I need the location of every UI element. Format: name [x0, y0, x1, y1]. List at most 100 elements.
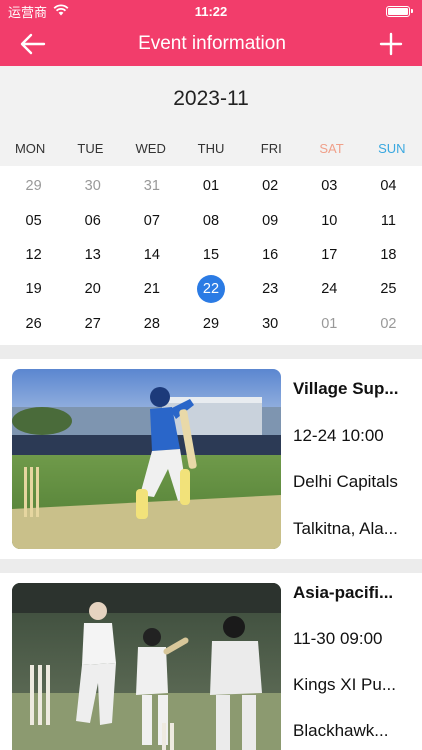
weekday-sun: SUN	[378, 140, 406, 156]
calendar-day[interactable]: 06	[63, 203, 122, 237]
calendar-day-label: 12	[25, 246, 42, 263]
event-name: Village Sup...	[293, 378, 399, 398]
weekday-row: MON TUE WED THU FRI SAT SUN	[0, 130, 422, 166]
event-name: Asia-pacifi...	[293, 582, 394, 602]
calendar-day-label: 30	[84, 178, 101, 195]
calendar-day[interactable]: 20	[63, 272, 122, 306]
calendar-day[interactable]: 31	[122, 169, 181, 203]
calendar-day-label: 02	[380, 315, 397, 332]
calendar-day[interactable]: 11	[359, 203, 418, 237]
calendar-day[interactable]: 03	[300, 169, 359, 203]
event-card[interactable]: Village Sup... 12-24 10:00 Delhi Capital…	[0, 358, 422, 559]
calendar-day-label: 30	[262, 315, 279, 332]
calendar-day[interactable]: 30	[241, 307, 300, 341]
calendar-day[interactable]: 01	[300, 307, 359, 341]
event-list: Village Sup... 12-24 10:00 Delhi Capital…	[0, 345, 422, 750]
calendar-day-label: 29	[202, 315, 220, 332]
calendar-day[interactable]: 15	[181, 238, 240, 272]
calendar-day-label: 26	[25, 315, 42, 332]
calendar-day[interactable]: 23	[241, 272, 300, 306]
calendar-day[interactable]: 16	[241, 238, 300, 272]
back-button[interactable]	[18, 29, 48, 59]
calendar-day[interactable]: 25	[359, 272, 418, 306]
calendar-day-label: 06	[84, 212, 101, 229]
calendar-day-label: 25	[380, 281, 397, 298]
wifi-icon	[53, 3, 69, 19]
calendar-day[interactable]: 04	[359, 169, 418, 203]
calendar-day-label: 09	[262, 212, 279, 229]
calendar-day-label: 29	[25, 178, 42, 195]
calendar-day[interactable]: 21	[122, 272, 181, 306]
calendar-day-label: 20	[84, 281, 101, 298]
calendar-day[interactable]: 10	[300, 203, 359, 237]
calendar-day[interactable]: 27	[63, 307, 122, 341]
weekday-fri: FRI	[260, 140, 282, 156]
calendar-day[interactable]: 19	[4, 272, 63, 306]
calendar-day[interactable]: 09	[241, 203, 300, 237]
calendar-day-label: 10	[321, 212, 338, 229]
calendar-day-label: 05	[25, 212, 42, 229]
calendar-day[interactable]: 18	[359, 238, 418, 272]
weekday-tue: TUE	[77, 140, 104, 156]
weekday-sat: SAT	[319, 140, 344, 156]
calendar-day-label: 11	[380, 212, 396, 229]
calendar-day-label: 15	[202, 246, 220, 263]
event-time: 12-24 10:00	[293, 425, 384, 445]
calendar-day-label: 17	[321, 246, 338, 263]
navigation-bar: Event information	[0, 22, 422, 66]
event-place: Talkitna, Ala...	[293, 518, 398, 538]
calendar-day[interactable]: 26	[4, 307, 63, 341]
calendar-day-label: 04	[380, 178, 397, 195]
plus-icon	[379, 32, 403, 56]
add-button[interactable]	[376, 29, 406, 59]
calendar-day-label: 18	[380, 246, 397, 263]
calendar-days: 29 30 31 01 02 03 04 05 06 07 08 09 10 11 12 13 14 15 16 17…	[0, 166, 422, 345]
event-time: 11-30 09:00	[293, 628, 383, 648]
event-image	[12, 582, 281, 750]
calendar-day[interactable]: 14	[122, 238, 181, 272]
event-card[interactable]: Asia-pacifi... 11-30 09:00 Kings XI Pu..…	[0, 572, 422, 750]
calendar-day[interactable]: 29	[4, 169, 63, 203]
calendar-day[interactable]: 01	[181, 169, 240, 203]
calendar-month: 2023-11	[173, 87, 249, 110]
carrier-label: 运营商	[8, 4, 48, 20]
calendar-day-label: 07	[143, 212, 160, 229]
calendar-day[interactable]: 29	[181, 307, 240, 341]
weekday-thu: THU	[197, 140, 225, 156]
event-place: Blackhawk...	[293, 720, 389, 740]
calendar-day[interactable]: 08	[181, 203, 240, 237]
calendar-day-label: 02	[262, 178, 279, 195]
calendar-day-label: 13	[84, 246, 101, 263]
weekday-wed: WED	[135, 140, 166, 156]
calendar-day-label: 01	[321, 315, 338, 332]
page-title: Event information	[138, 33, 286, 54]
calendar-day-label: 08	[202, 212, 220, 229]
calendar-day-label: 23	[262, 281, 279, 298]
calendar-day-label: 27	[84, 315, 101, 332]
calendar-day-label: 22	[196, 275, 225, 304]
calendar-day[interactable]: 28	[122, 307, 181, 341]
calendar-day-label: 01	[202, 178, 220, 195]
calendar: 2023-11 MON TUE WED THU FRI SAT SUN 29 30 31 01 02…	[0, 66, 422, 345]
calendar-day-label: 31	[143, 178, 160, 195]
calendar-day[interactable]: 02	[241, 169, 300, 203]
calendar-day-selected[interactable]: 22	[181, 272, 240, 306]
calendar-day[interactable]: 07	[122, 203, 181, 237]
calendar-day[interactable]: 12	[4, 238, 63, 272]
calendar-day[interactable]: 02	[359, 307, 418, 341]
calendar-day[interactable]: 13	[63, 238, 122, 272]
battery-icon	[386, 5, 413, 17]
calendar-day[interactable]: 30	[63, 169, 122, 203]
calendar-day-label: 14	[143, 246, 160, 263]
calendar-day[interactable]: 05	[4, 203, 63, 237]
calendar-day-label: 28	[143, 315, 160, 332]
back-arrow-icon	[20, 33, 46, 55]
calendar-day-label: 21	[143, 281, 160, 298]
calendar-day[interactable]: 17	[300, 238, 359, 272]
event-team: Kings XI Pu...	[293, 674, 396, 694]
event-team: Delhi Capitals	[293, 472, 398, 492]
status-bar: 运营商 11:22	[0, 0, 422, 22]
calendar-day[interactable]: 24	[300, 272, 359, 306]
weekday-mon: MON	[14, 140, 46, 156]
event-image	[12, 368, 281, 549]
